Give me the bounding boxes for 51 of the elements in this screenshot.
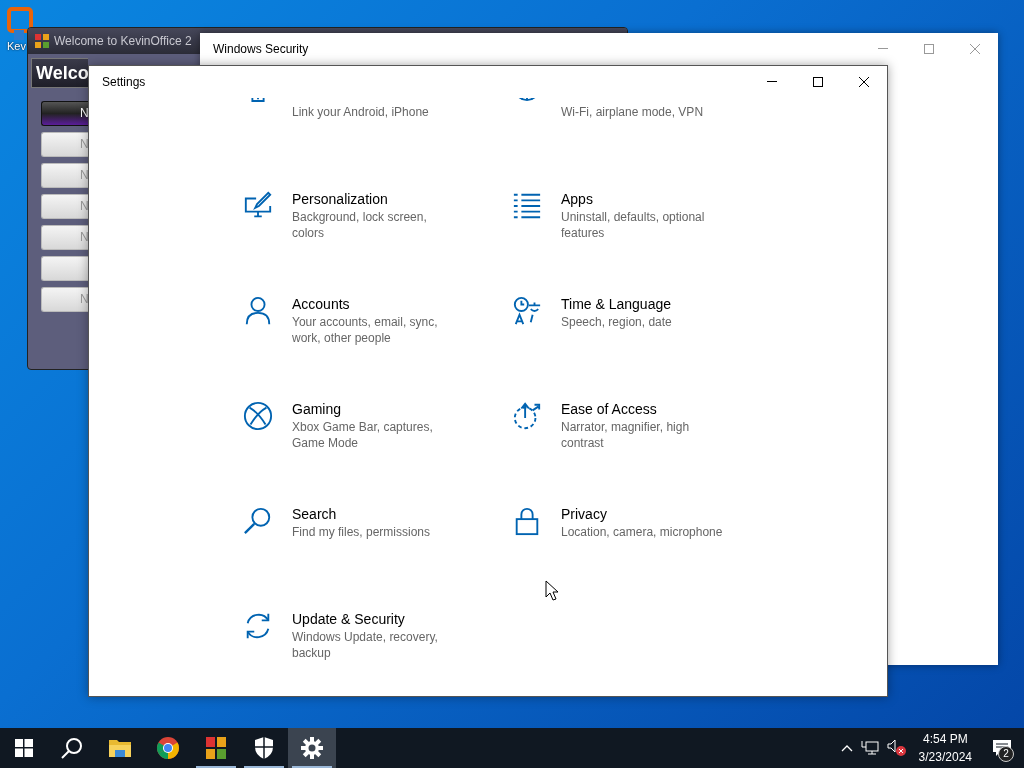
window-title: Welcome to KevinOffice 2 — [54, 33, 192, 50]
clock-button[interactable]: 4:54 PM 3/23/2024 — [910, 730, 980, 766]
desktop-icon-label[interactable]: Kev — [7, 40, 26, 54]
window-title: Windows Security — [212, 41, 310, 58]
dashed-circle-icon[interactable] — [512, 401, 542, 431]
notifications-button[interactable]: 2 — [980, 728, 1024, 768]
search-icon[interactable] — [243, 506, 273, 536]
category-title[interactable]: Apps — [561, 189, 731, 209]
category-title[interactable]: Time & Language — [561, 294, 672, 314]
language-icon[interactable] — [512, 296, 542, 326]
circle-x-icon[interactable] — [243, 401, 273, 431]
category-description: Link your Android, iPhone — [292, 104, 429, 120]
category-description: Location, camera, microphone — [561, 524, 723, 540]
volume-muted-icon — [886, 739, 907, 757]
maximize-icon — [923, 43, 935, 55]
app-icon — [34, 33, 50, 49]
notification-count-badge: 2 — [998, 746, 1014, 762]
category-description: Your accounts, email, sync, work, other people — [292, 314, 439, 346]
search-icon — [60, 736, 84, 760]
menu-button[interactable]: N — [41, 101, 88, 126]
category-title[interactable]: Personalization — [292, 189, 462, 209]
person-icon[interactable] — [243, 296, 273, 326]
category-description: Uninstall, defaults, optional features — [561, 209, 706, 241]
close-icon — [969, 43, 981, 55]
list-icon[interactable] — [512, 191, 542, 221]
category-title[interactable]: Ease of Access — [561, 399, 731, 419]
close-icon — [858, 76, 870, 88]
app-icon — [204, 736, 228, 760]
browser-icon — [156, 736, 180, 760]
category-title[interactable]: Search — [292, 504, 431, 524]
welcome-heading: Welco — [31, 58, 88, 88]
category-description: Wi-Fi, airplane mode, VPN — [561, 104, 704, 120]
category-title[interactable]: Gaming — [292, 399, 462, 419]
category-title[interactable]: Accounts — [292, 294, 462, 314]
chevron-up-icon — [840, 744, 853, 752]
shield-icon — [252, 736, 276, 760]
app-shortcut-icon[interactable] — [6, 6, 36, 40]
window-title: Settings — [101, 74, 147, 91]
category-description: Background, lock screen, colors — [292, 209, 428, 241]
category-description: Xbox Game Bar, captures, Game Mode — [292, 419, 434, 451]
category-description: Find my files, permissions — [292, 524, 431, 540]
category-title[interactable]: Update & Security — [292, 609, 462, 629]
cursor-icon — [545, 580, 559, 601]
windows-logo-icon — [15, 739, 33, 757]
category-description: Narrator, magnifier, high contrast — [561, 419, 691, 451]
maximize-icon — [812, 76, 824, 88]
taskbar-app-button[interactable] — [288, 728, 336, 768]
category-description: Windows Update, recovery, backup — [292, 629, 439, 661]
category-title[interactable]: Privacy — [561, 504, 723, 524]
network-icon — [860, 740, 879, 756]
category-description: Speech, region, date — [561, 314, 672, 330]
